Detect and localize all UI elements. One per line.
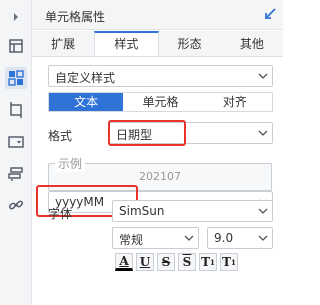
dropdown-widget-icon[interactable] (5, 131, 27, 153)
panel-header: 单元格属性 (32, 0, 283, 30)
crop-frame-icon[interactable] (5, 99, 27, 121)
tab-other[interactable]: 其他 (221, 31, 283, 56)
font-weight-value: 常规 (119, 233, 144, 247)
font-label: 字体 (48, 207, 73, 221)
link-icon[interactable] (5, 194, 27, 216)
chevron-down-icon (254, 66, 272, 86)
superscript-button[interactable]: T1 (199, 253, 217, 271)
chevron-down-icon (254, 228, 272, 248)
font-family-value: SimSun (119, 204, 165, 218)
font-size-select[interactable]: 9.0 (207, 227, 273, 249)
subtab-cell[interactable]: 单元格 (123, 93, 198, 111)
highlight-box-format (108, 120, 186, 146)
tab-expand[interactable]: 扩展 (32, 31, 94, 56)
collapse-arrow-icon[interactable] (263, 7, 277, 21)
format-label: 格式 (48, 129, 73, 143)
expand-arrow-icon[interactable] (5, 6, 27, 28)
text-format-buttons: A U S S T1 T1 (115, 253, 238, 271)
left-icon-rail (0, 0, 32, 305)
chevron-down-icon (254, 201, 272, 221)
layers-icon[interactable] (5, 163, 27, 185)
tab-style[interactable]: 样式 (94, 31, 159, 56)
font-weight-select[interactable]: 常规 (112, 227, 199, 249)
style-content: 自定义样式 文本 单元格 对齐 格式 日期型 示例 202107 yyyyMM … (32, 57, 283, 305)
tab-form[interactable]: 形态 (159, 31, 221, 56)
chevron-down-icon (254, 123, 272, 143)
panel-title: 单元格属性 (45, 10, 106, 24)
example-value: 202107 (139, 170, 181, 183)
font-size-value: 9.0 (214, 231, 234, 245)
table-layout-icon[interactable] (5, 35, 27, 57)
underline-button[interactable]: U (136, 253, 154, 271)
style-preset-value: 自定义样式 (55, 71, 116, 85)
cell-property-icon[interactable] (5, 67, 27, 89)
subscript-button[interactable]: T1 (220, 253, 238, 271)
font-family-select[interactable]: SimSun (112, 200, 273, 222)
subtab-text[interactable]: 文本 (49, 93, 124, 111)
font-color-button[interactable]: A (115, 253, 133, 271)
chevron-down-icon (180, 228, 198, 248)
style-subtabs: 文本 单元格 对齐 (48, 92, 273, 112)
shadow-button[interactable]: S (178, 253, 196, 271)
strikethrough-button[interactable]: S (157, 253, 175, 271)
property-tabs: 扩展 样式 形态 其他 (32, 31, 283, 57)
subtab-align[interactable]: 对齐 (197, 93, 272, 111)
style-preset-select[interactable]: 自定义样式 (48, 65, 273, 87)
